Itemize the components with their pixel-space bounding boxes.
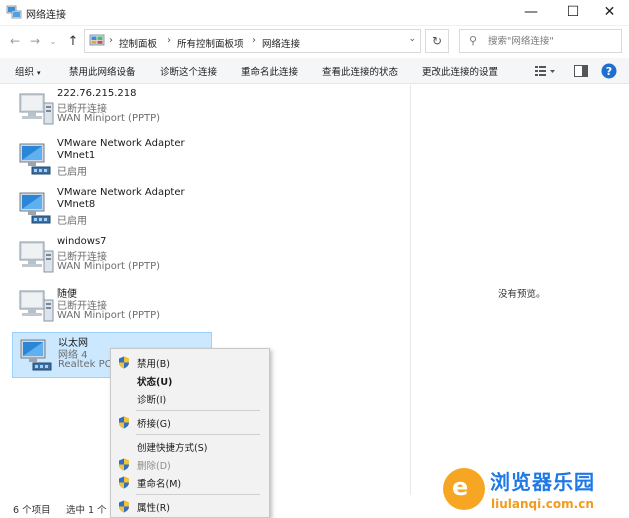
selected-count: 选中 1 个 — [66, 505, 107, 516]
minimize-button[interactable]: — — [508, 0, 554, 24]
wan-connection-icon — [19, 290, 54, 322]
network-connections-icon — [6, 5, 22, 19]
wan-connection-icon — [19, 93, 54, 125]
connection-status: VMnet8 — [57, 199, 96, 210]
search-box[interactable]: ⚲ — [459, 29, 622, 53]
wan-connection-icon — [19, 241, 54, 273]
breadcrumb-all-control-panel-items[interactable]: 所有控制面板项 — [177, 36, 244, 50]
breadcrumb-separator[interactable]: › — [252, 35, 256, 46]
uac-shield-icon — [119, 500, 129, 513]
menu-item-label: 状态(U) — [137, 377, 173, 388]
rename-connection-button[interactable]: 重命名此连接 — [241, 64, 298, 78]
command-toolbar: 组织 ▾ 禁用此网络设备 诊断这个连接 重命名此连接 查看此连接的状态 更改此连接… — [0, 58, 629, 84]
watermark-title: 浏览器乐园 — [490, 470, 595, 494]
recent-locations-chevron-icon[interactable]: ⌄ — [46, 31, 60, 51]
uac-shield-icon — [119, 356, 129, 369]
menu-separator — [136, 494, 260, 495]
window-title: 网络连接 — [26, 10, 66, 21]
uac-shield-icon — [119, 476, 129, 489]
menu-item-label: 诊断(I) — [137, 395, 167, 406]
watermark-logo-letter: e — [452, 473, 469, 501]
change-connection-settings-button[interactable]: 更改此连接的设置 — [422, 64, 498, 78]
item-count: 6 个项目 — [13, 505, 51, 516]
menu-separator — [136, 434, 260, 435]
menu-item-label: 删除(D) — [137, 461, 171, 472]
preview-pane-icon[interactable] — [572, 62, 590, 80]
connection-name: VMware Network Adapter — [57, 187, 185, 198]
address-bar[interactable]: › 控制面板 › 所有控制面板项 › 网络连接 ⌄ — [84, 29, 421, 53]
refresh-button[interactable]: ↻ — [425, 29, 449, 53]
connection-item-vmnet8[interactable]: VMware Network Adapter VMnet8 已启用 — [12, 186, 212, 232]
preview-pane: 没有预览。 — [410, 85, 629, 495]
navigation-bar: ← → ⌄ ↑ › 控制面板 › 所有控制面板项 › 网络连接 ⌄ ↻ ⚲ — [0, 26, 629, 56]
breadcrumb-separator: › — [109, 35, 113, 46]
menu-item-delete[interactable]: 删除(D) — [111, 455, 269, 473]
menu-item-label: 属性(R) — [137, 503, 171, 514]
connection-item-windows7[interactable]: windows7 已断开连接 WAN Miniport (PPTP) — [12, 235, 212, 281]
connection-device: 已启用 — [57, 216, 87, 227]
menu-item-rename[interactable]: 重命名(M) — [111, 473, 269, 491]
menu-item-status[interactable]: 状态(U) — [111, 371, 269, 389]
connection-device: WAN Miniport (PPTP) — [57, 261, 161, 272]
connection-device: Realtek PCI — [58, 359, 115, 370]
menu-item-disable[interactable]: 禁用(B) — [111, 353, 269, 371]
menu-item-label: 禁用(B) — [137, 359, 170, 370]
menu-item-label: 桥接(G) — [137, 419, 171, 430]
organize-label: 组织 — [15, 67, 35, 78]
no-preview-message: 没有预览。 — [498, 289, 546, 300]
uac-shield-icon — [119, 458, 129, 471]
search-input[interactable] — [488, 34, 618, 49]
connection-name: windows7 — [57, 236, 107, 247]
back-arrow-icon[interactable]: ← — [6, 31, 24, 51]
organize-menu-button[interactable]: 组织 ▾ — [15, 64, 41, 78]
connection-item-vmnet1[interactable]: VMware Network Adapter VMnet1 已启用 — [12, 137, 212, 183]
diagnose-connection-button[interactable]: 诊断这个连接 — [160, 64, 217, 78]
breadcrumb-network-connections[interactable]: 网络连接 — [262, 36, 300, 50]
breadcrumb-control-panel[interactable]: 控制面板 — [119, 36, 157, 50]
change-view-icon[interactable] — [532, 62, 558, 80]
uac-shield-icon — [119, 416, 129, 429]
help-glyph: ? — [606, 65, 612, 78]
lan-adapter-icon — [19, 192, 51, 224]
disable-device-button[interactable]: 禁用此网络设备 — [69, 64, 136, 78]
connection-device: WAN Miniport (PPTP) — [57, 310, 161, 321]
watermark-logo: e 浏览器乐园 liulanqi.com.cn — [440, 463, 620, 517]
control-panel-icon — [89, 34, 105, 46]
up-arrow-icon[interactable]: ↑ — [64, 31, 82, 51]
title-bar: 网络连接 — ☐ ✕ — [0, 0, 629, 26]
lan-adapter-icon — [19, 143, 51, 175]
view-connection-status-button[interactable]: 查看此连接的状态 — [322, 64, 398, 78]
menu-item-label: 重命名(M) — [137, 479, 182, 490]
connection-name: VMware Network Adapter — [57, 138, 185, 149]
close-button[interactable]: ✕ — [590, 0, 629, 24]
menu-item-properties[interactable]: 属性(R) — [111, 497, 269, 515]
menu-item-bridge[interactable]: 桥接(G) — [111, 413, 269, 431]
connection-status: VMnet1 — [57, 150, 96, 161]
lan-adapter-icon — [20, 339, 52, 371]
menu-separator — [136, 410, 260, 411]
connection-item-222-76-215-218[interactable]: 222.76.215.218 已断开连接 WAN Miniport (PPTP) — [12, 87, 212, 133]
address-dropdown-chevron-icon[interactable]: ⌄ — [408, 34, 416, 44]
menu-item-create-shortcut[interactable]: 创建快捷方式(S) — [111, 437, 269, 455]
forward-arrow-icon[interactable]: → — [26, 31, 44, 51]
menu-item-diagnose[interactable]: 诊断(I) — [111, 389, 269, 407]
organize-caret-icon: ▾ — [37, 69, 41, 77]
context-menu: 禁用(B) 状态(U) 诊断(I) 桥接(G) 创建快捷方式(S) 删除(D) … — [110, 348, 270, 518]
connection-device: WAN Miniport (PPTP) — [57, 113, 161, 124]
breadcrumb-separator[interactable]: › — [167, 35, 171, 46]
search-icon: ⚲ — [469, 34, 478, 47]
help-icon[interactable]: ? — [600, 62, 618, 80]
connection-item-suibian[interactable]: 随便 已断开连接 WAN Miniport (PPTP) — [12, 284, 212, 330]
menu-item-label: 创建快捷方式(S) — [137, 443, 208, 454]
watermark-url: liulanqi.com.cn — [491, 497, 594, 511]
connection-name: 222.76.215.218 — [57, 88, 137, 99]
connection-device: 已启用 — [57, 167, 87, 178]
